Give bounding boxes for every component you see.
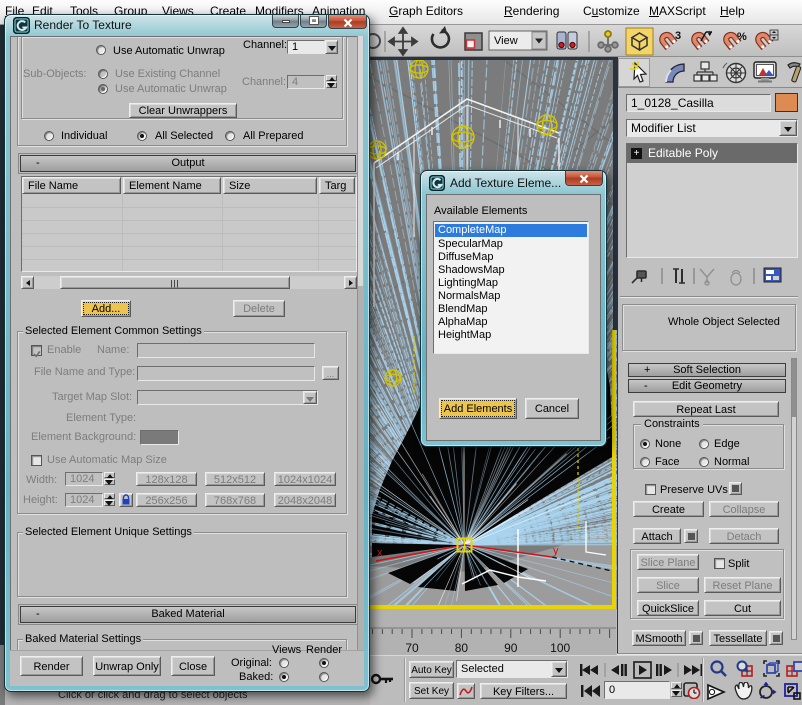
svg-text:70: 70 [405,641,419,655]
svg-text:90: 90 [504,641,518,655]
svg-text:View: View [494,35,518,47]
svg-text:y: y [553,545,559,557]
svg-text:100: 100 [550,641,570,655]
svg-text:3: 3 [675,30,681,42]
svg-text:%: % [737,31,747,43]
svg-text:80: 80 [455,641,469,655]
svg-text:x: x [377,547,383,559]
